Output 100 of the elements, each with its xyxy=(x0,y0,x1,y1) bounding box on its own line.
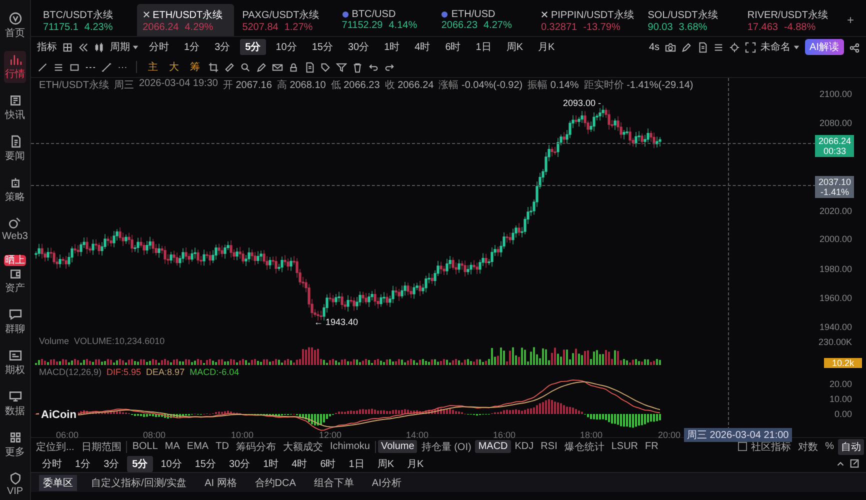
indicator-button[interactable]: EMA xyxy=(184,440,212,453)
period-tab[interactable]: 月K xyxy=(532,39,560,55)
period-dropdown[interactable]: 周期 xyxy=(110,40,139,54)
bottom-tab[interactable]: 自定义指标/回测/实盘 xyxy=(87,474,191,490)
overlay-tool[interactable]: 主 xyxy=(145,60,161,74)
indicator-toggle[interactable]: Volume xyxy=(378,440,418,453)
period-tab[interactable]: 1时 xyxy=(379,39,405,55)
indicator-toggle[interactable]: MACD xyxy=(475,440,511,453)
candle-icon[interactable] xyxy=(94,42,105,52)
period-tab[interactable]: 10分 xyxy=(156,456,187,472)
period-tab[interactable]: 6时 xyxy=(440,39,466,55)
indicator-toggle[interactable]: RSI xyxy=(538,440,560,453)
period-tab[interactable]: 4时 xyxy=(286,456,312,472)
ticker-tab[interactable]: BTC/USDT永续 71175.1 4.23% xyxy=(37,4,135,36)
bottom-tab[interactable]: AI分析 xyxy=(368,474,406,490)
rectangle-icon[interactable] xyxy=(69,62,80,72)
camera-icon[interactable] xyxy=(664,42,676,52)
period-tab[interactable]: 3分 xyxy=(98,456,124,472)
indicator-toggle[interactable]: 爆仓统计 xyxy=(561,438,608,454)
horizontal-lines-icon[interactable] xyxy=(53,62,64,72)
period-tab[interactable]: 4时 xyxy=(410,39,436,55)
checkbox[interactable] xyxy=(738,442,748,451)
period-tab[interactable]: 分时 xyxy=(144,39,174,55)
indicator-toggle[interactable]: KDJ xyxy=(512,440,537,453)
lock-icon[interactable] xyxy=(288,62,299,72)
close-icon[interactable] xyxy=(142,11,150,18)
period-tab[interactable]: 1日 xyxy=(470,39,496,55)
period-tab[interactable]: 1分 xyxy=(70,456,96,472)
pencil-icon[interactable] xyxy=(256,62,267,72)
trash-icon[interactable] xyxy=(352,62,363,72)
indicator-button[interactable]: 指标 xyxy=(37,40,57,54)
period-tab[interactable]: 15分 xyxy=(306,39,338,55)
overlay-tool[interactable]: 大 xyxy=(166,60,182,74)
period-tab[interactable]: 30分 xyxy=(224,456,256,472)
list-icon[interactable] xyxy=(712,42,724,52)
sidebar-item[interactable]: 更多 xyxy=(4,429,26,461)
period-tab[interactable]: 1时 xyxy=(258,456,284,472)
period-tab[interactable]: 3分 xyxy=(210,39,236,55)
magnifier-icon[interactable] xyxy=(240,62,251,72)
add-tab-button[interactable]: + xyxy=(840,4,860,36)
sidebar-item[interactable]: 行情 xyxy=(4,51,26,83)
indicator-button[interactable]: MA xyxy=(162,440,183,453)
ticker-tab[interactable]: PIPPIN/USDT永续 0.32871 -13.79% xyxy=(534,4,640,36)
scale-option[interactable]: % xyxy=(822,440,837,453)
period-tab[interactable]: 1日 xyxy=(344,456,370,472)
sidebar-item[interactable]: 首页 xyxy=(4,10,26,42)
indicator-button[interactable]: 筹码分布 xyxy=(232,438,279,454)
compare-icon[interactable] xyxy=(78,42,89,52)
indicator-button[interactable]: Ichimoku xyxy=(326,440,373,453)
bottom-tab[interactable]: 委单区 xyxy=(39,474,77,490)
ruler-icon[interactable] xyxy=(224,62,235,72)
sidebar-item[interactable]: 数据 xyxy=(4,388,26,420)
locate-button[interactable]: 定位到... xyxy=(33,438,78,454)
bottom-tab[interactable]: 合约DCA xyxy=(250,474,300,490)
period-tab[interactable]: 15分 xyxy=(190,456,221,472)
envelope-icon[interactable] xyxy=(272,62,283,72)
ticker-tab[interactable]: ETH/USDT永续 2066.24 4.29% xyxy=(136,4,234,36)
sidebar-item[interactable]: Web3 xyxy=(1,215,29,244)
share-icon[interactable] xyxy=(849,42,860,52)
period-tab[interactable]: 10分 xyxy=(270,39,302,55)
filter-icon[interactable] xyxy=(336,62,347,72)
indicator-button[interactable]: BOLL xyxy=(129,440,161,453)
period-tab[interactable]: 周K xyxy=(372,456,399,472)
popout-icon[interactable] xyxy=(849,458,860,469)
close-icon[interactable] xyxy=(540,11,548,18)
indicator-toggle[interactable]: LSUR xyxy=(608,440,642,453)
period-tab[interactable]: 5分 xyxy=(240,39,266,55)
workspace-dropdown[interactable]: 未命名 xyxy=(760,40,800,54)
trend-line-icon[interactable] xyxy=(37,62,48,72)
pencil-icon[interactable] xyxy=(680,42,692,52)
sidebar-item[interactable]: 快讯 xyxy=(4,92,26,124)
period-tab[interactable]: 1分 xyxy=(179,39,205,55)
ticker-tab[interactable]: PAXG/USDT永续 5207.84 1.27% xyxy=(236,4,334,36)
date-range-button[interactable]: 日期范围 xyxy=(78,438,124,454)
crop-icon[interactable] xyxy=(208,62,219,72)
scale-option[interactable]: 对数 xyxy=(795,438,822,454)
ticker-tab[interactable]: BTC/USD 71152.29 4.14% xyxy=(336,4,434,36)
ai-button[interactable]: AI解读 xyxy=(804,39,844,55)
period-tab[interactable]: 5分 xyxy=(127,456,153,472)
scale-option[interactable]: 自动 xyxy=(838,438,864,454)
ticker-tab[interactable]: RIVER/USDT永续 17.463 -4.88% xyxy=(741,4,839,36)
indicator-toggle[interactable]: 持仓量 (OI) xyxy=(418,438,474,454)
period-tab[interactable]: 周K xyxy=(501,39,528,55)
indicator-toggle[interactable]: FR xyxy=(642,440,662,453)
sidebar-item[interactable]: 要闻 xyxy=(4,133,26,165)
redo-icon[interactable] xyxy=(384,62,395,72)
document-icon[interactable] xyxy=(304,62,315,72)
ticker-tab[interactable]: ETH/USD 2066.23 4.27% xyxy=(435,4,533,36)
sidebar-item[interactable]: 策略 xyxy=(4,174,26,206)
overlay-tool[interactable]: 筹 xyxy=(187,60,203,74)
expand-icon[interactable] xyxy=(744,42,756,52)
period-tab[interactable]: 分时 xyxy=(37,456,67,472)
period-tab[interactable]: 30分 xyxy=(342,39,374,55)
undo-icon[interactable] xyxy=(368,62,379,72)
tag-icon[interactable] xyxy=(320,62,331,72)
period-tab[interactable]: 6时 xyxy=(315,456,341,472)
ticker-tab[interactable]: SOL/USDT永续 90.03 3.68% xyxy=(642,4,740,36)
sidebar-item[interactable]: 期权 xyxy=(4,347,26,379)
sidebar-item[interactable]: 群聊 xyxy=(4,306,26,338)
bottom-tab[interactable]: 组合下单 xyxy=(310,474,358,490)
